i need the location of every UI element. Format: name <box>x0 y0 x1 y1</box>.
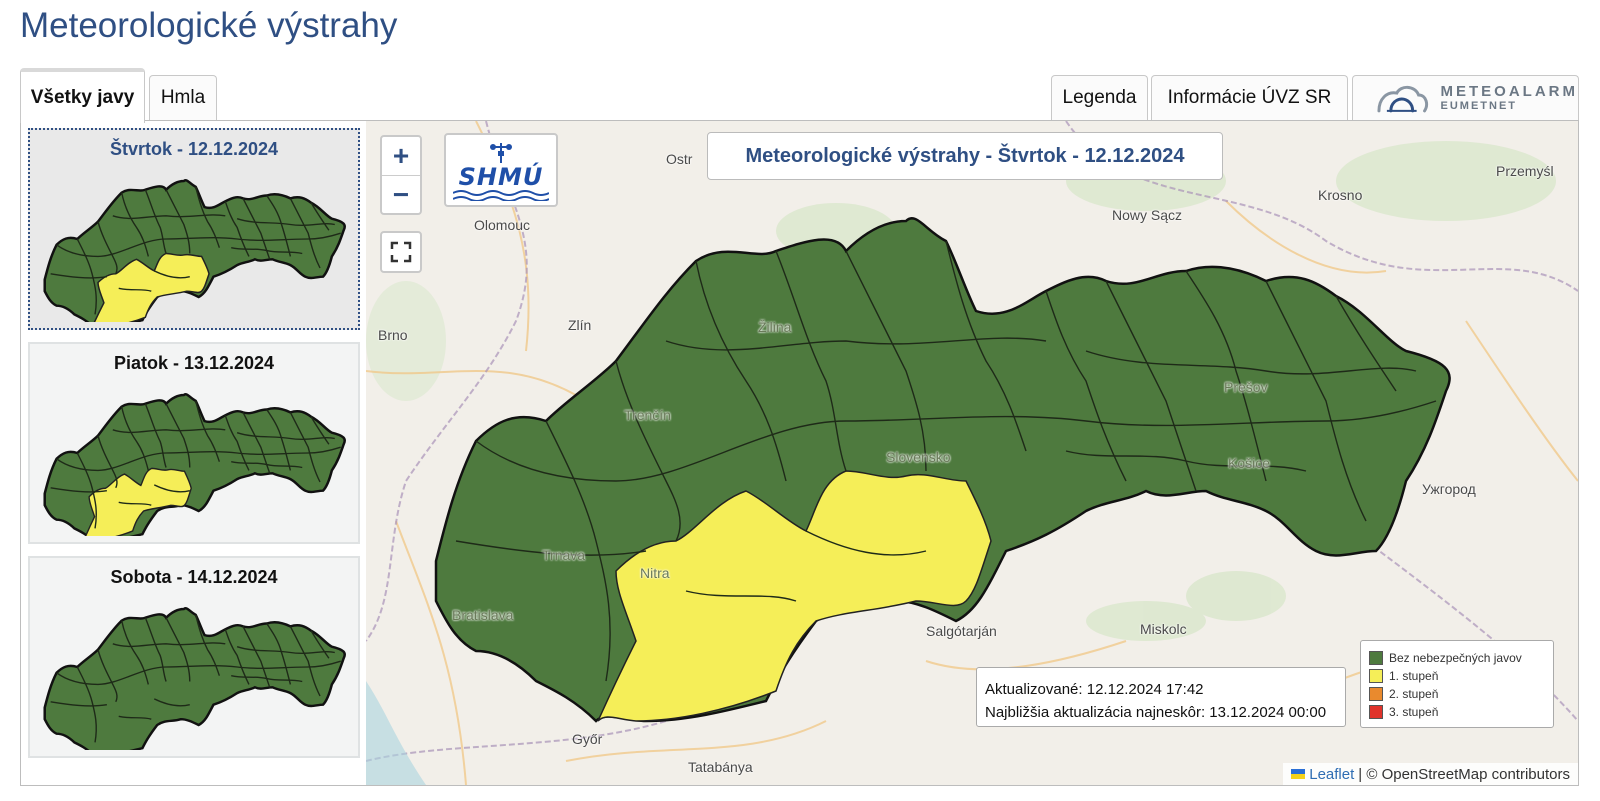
warning-map[interactable]: Olomouc Ostr Brno Zlín Žilina Trenčín Tr… <box>366 121 1578 785</box>
last-updated-text: Aktualizované: 12.12.2024 17:42 <box>985 681 1204 698</box>
place-label: Bratislava <box>452 607 514 623</box>
leaflet-link[interactable]: Leaflet <box>1309 766 1354 783</box>
osm-attribution: | © OpenStreetMap contributors <box>1358 765 1570 783</box>
map-attribution: Leaflet | © OpenStreetMap contributors <box>1283 763 1578 785</box>
day-thumbnail-map <box>43 179 346 322</box>
map-legend: Bez nebezpečných javov 1. stupeň 2. stup… <box>1360 640 1554 728</box>
place-label: Miskolc <box>1140 621 1187 637</box>
tab-fog[interactable]: Hmla <box>149 75 217 120</box>
weather-station-icon <box>490 143 512 163</box>
day-card-saturday[interactable]: Sobota - 14.12.2024 <box>28 556 360 758</box>
tab-uvz-info[interactable]: Informácie ÚVZ SR <box>1151 75 1348 120</box>
shmu-logo-text: SHMÚ <box>458 163 544 191</box>
legend-item: 2. stupeň <box>1369 685 1553 703</box>
place-label: Przemyśl <box>1496 163 1554 179</box>
place-label: Krosno <box>1318 187 1363 203</box>
zoom-in-button[interactable]: + <box>382 137 420 175</box>
place-label: Prešov <box>1224 379 1268 395</box>
map-title: Meteorologické výstrahy - Štvrtok - 12.1… <box>707 132 1223 180</box>
place-label: Trenčín <box>624 407 671 423</box>
day-thumbnail-map <box>43 607 346 750</box>
legend-label: 2. stupeň <box>1389 687 1439 701</box>
eumetnet-label: EUMETNET <box>1440 100 1517 112</box>
place-label: Ostr <box>666 151 693 167</box>
legend-item: 1. stupeň <box>1369 667 1553 685</box>
place-label: Slovensko <box>886 449 951 465</box>
day-title: Sobota - 14.12.2024 <box>110 567 278 587</box>
zoom-control: + − <box>380 135 422 215</box>
day-thumbnail-map <box>43 393 346 536</box>
update-info-box: Aktualizované: 12.12.2024 17:42 Najbližš… <box>976 667 1346 727</box>
page-title: Meteorologické výstrahy <box>20 6 398 45</box>
place-label: Zlín <box>568 317 592 333</box>
place-label: Nitra <box>640 565 670 581</box>
day-card-friday[interactable]: Piatok - 13.12.2024 <box>28 342 360 544</box>
slovakia-outline <box>43 393 346 536</box>
legend-swatch <box>1369 651 1383 665</box>
legend-item: Bez nebezpečných javov <box>1369 649 1553 667</box>
day-list: Štvrtok - 12.12.2024 Piatok - 13.12.2024… <box>28 128 360 778</box>
tab-all-phenomena[interactable]: Všetky javy <box>20 68 145 123</box>
place-label: Olomouc <box>474 217 531 233</box>
slovakia-outline <box>43 179 346 322</box>
place-label: Salgótarján <box>926 623 997 639</box>
legend-label: 1. stupeň <box>1389 669 1439 683</box>
day-title: Štvrtok - 12.12.2024 <box>109 139 279 159</box>
slovakia-outline <box>43 607 346 750</box>
slovakia-regions[interactable] <box>434 217 1451 723</box>
place-label: Győr <box>572 731 603 747</box>
legend-label: 3. stupeň <box>1389 705 1439 719</box>
shmu-logo[interactable]: SHMÚ <box>444 133 558 207</box>
meteoalarm-link[interactable]: METEOALARM EUMETNET <box>1352 75 1579 120</box>
next-update-text: Najbližšia aktualizácia najneskôr: 13.12… <box>985 704 1327 721</box>
legend-swatch <box>1369 705 1383 719</box>
place-label: Brno <box>378 327 408 343</box>
fullscreen-icon <box>390 241 412 263</box>
place-label: Tatabánya <box>688 759 753 775</box>
fullscreen-button[interactable] <box>380 231 422 273</box>
tab-legend[interactable]: Legenda <box>1051 75 1148 120</box>
place-label: Nowy Sącz <box>1112 207 1183 223</box>
place-label: Ужгород <box>1422 481 1476 497</box>
wave-icon <box>453 190 549 201</box>
place-label: Žilina <box>758 319 792 335</box>
zoom-out-button[interactable]: − <box>382 175 420 213</box>
day-title: Piatok - 13.12.2024 <box>113 353 275 373</box>
ukraine-flag-icon <box>1291 769 1306 779</box>
legend-swatch <box>1369 687 1383 701</box>
legend-swatch <box>1369 669 1383 683</box>
meteoalarm-logo-icon <box>1377 85 1428 113</box>
place-label: Trnava <box>542 547 586 563</box>
meteoalarm-label: METEOALARM <box>1440 83 1578 100</box>
day-card-thursday[interactable]: Štvrtok - 12.12.2024 <box>28 128 360 330</box>
legend-item: 3. stupeň <box>1369 703 1553 721</box>
legend-label: Bez nebezpečných javov <box>1389 651 1522 665</box>
place-label: Košice <box>1228 455 1271 471</box>
